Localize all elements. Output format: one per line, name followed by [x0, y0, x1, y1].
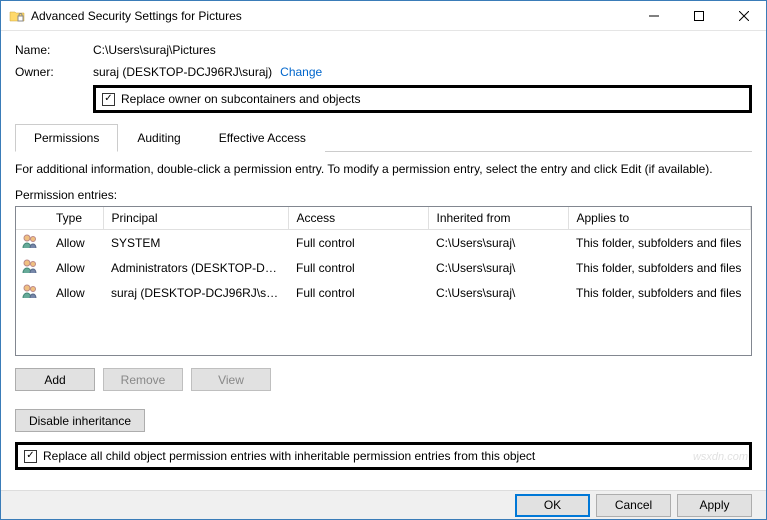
cell-applies: This folder, subfolders and files — [568, 230, 751, 256]
col-applies[interactable]: Applies to — [568, 207, 751, 230]
titlebar: Advanced Security Settings for Pictures — [1, 1, 766, 31]
content-area: Name: C:\Users\suraj\Pictures Owner: sur… — [1, 31, 766, 490]
replace-owner-highlight: ✓ Replace owner on subcontainers and obj… — [93, 85, 752, 113]
remove-button[interactable]: Remove — [103, 368, 183, 391]
apply-button[interactable]: Apply — [677, 494, 752, 517]
cell-principal: suraj (DESKTOP-DCJ96RJ\suraj) — [103, 280, 288, 305]
disable-inheritance-button[interactable]: Disable inheritance — [15, 409, 145, 432]
name-label: Name: — [15, 43, 93, 57]
cell-type: Allow — [48, 230, 103, 256]
cell-access: Full control — [288, 255, 428, 280]
dialog-footer: OK Cancel Apply — [1, 490, 766, 519]
tab-auditing[interactable]: Auditing — [118, 124, 199, 152]
cell-type: Allow — [48, 280, 103, 305]
cell-type: Allow — [48, 255, 103, 280]
view-button[interactable]: View — [191, 368, 271, 391]
tab-bar: Permissions Auditing Effective Access — [15, 123, 752, 152]
cell-principal: Administrators (DESKTOP-DC... — [103, 255, 288, 280]
window-title: Advanced Security Settings for Pictures — [31, 9, 631, 23]
cell-applies: This folder, subfolders and files — [568, 280, 751, 305]
folder-lock-icon — [9, 8, 25, 24]
tab-effective-access[interactable]: Effective Access — [200, 124, 325, 152]
col-access[interactable]: Access — [288, 207, 428, 230]
cancel-button[interactable]: Cancel — [596, 494, 671, 517]
security-settings-window: Advanced Security Settings for Pictures … — [0, 0, 767, 520]
col-type[interactable]: Type — [48, 207, 103, 230]
cell-inherited: C:\Users\suraj\ — [428, 230, 568, 256]
table-row[interactable]: Allowsuraj (DESKTOP-DCJ96RJ\suraj)Full c… — [16, 280, 751, 305]
permission-table: Type Principal Access Inherited from App… — [15, 206, 752, 356]
add-button[interactable]: Add — [15, 368, 95, 391]
close-button[interactable] — [721, 1, 766, 30]
user-group-icon — [22, 283, 38, 299]
user-group-icon — [22, 233, 38, 249]
user-group-icon — [22, 258, 38, 274]
replace-child-highlight: ✓ Replace all child object permission en… — [15, 442, 752, 470]
replace-child-label: Replace all child object permission entr… — [43, 449, 535, 463]
description-text: For additional information, double-click… — [15, 162, 752, 176]
tab-permissions[interactable]: Permissions — [15, 124, 118, 152]
name-value: C:\Users\suraj\Pictures — [93, 43, 216, 57]
cell-inherited: C:\Users\suraj\ — [428, 255, 568, 280]
change-owner-link[interactable]: Change — [280, 65, 322, 79]
col-inherited[interactable]: Inherited from — [428, 207, 568, 230]
table-row[interactable]: AllowAdministrators (DESKTOP-DC...Full c… — [16, 255, 751, 280]
minimize-button[interactable] — [631, 1, 676, 30]
entries-label: Permission entries: — [15, 188, 752, 202]
cell-inherited: C:\Users\suraj\ — [428, 280, 568, 305]
col-principal[interactable]: Principal — [103, 207, 288, 230]
cell-applies: This folder, subfolders and files — [568, 255, 751, 280]
maximize-button[interactable] — [676, 1, 721, 30]
replace-child-checkbox[interactable]: ✓ — [24, 450, 37, 463]
ok-button[interactable]: OK — [515, 494, 590, 517]
owner-value: suraj (DESKTOP-DCJ96RJ\suraj) — [93, 65, 272, 79]
replace-owner-checkbox[interactable]: ✓ — [102, 93, 115, 106]
table-row[interactable]: AllowSYSTEMFull controlC:\Users\suraj\Th… — [16, 230, 751, 256]
cell-access: Full control — [288, 230, 428, 256]
cell-principal: SYSTEM — [103, 230, 288, 256]
owner-label: Owner: — [15, 65, 93, 79]
replace-owner-label: Replace owner on subcontainers and objec… — [121, 92, 360, 106]
cell-access: Full control — [288, 280, 428, 305]
col-icon[interactable] — [16, 207, 48, 230]
